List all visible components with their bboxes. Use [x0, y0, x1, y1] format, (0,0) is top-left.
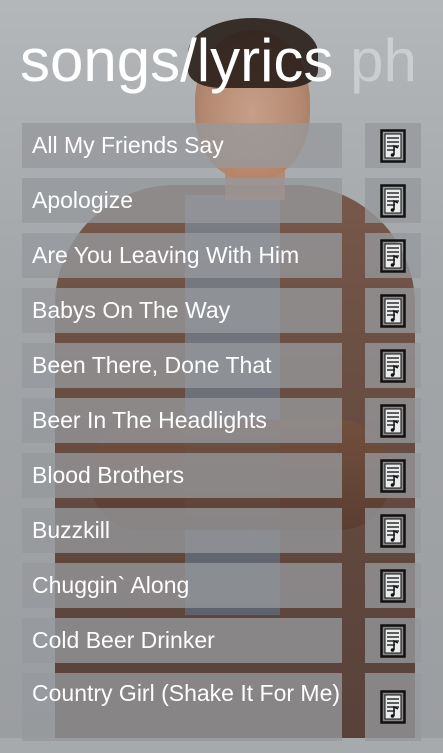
song-row: All My Friends Say: [22, 123, 422, 178]
lyrics-document-icon: [380, 690, 406, 724]
song-title-button[interactable]: Buzzkill: [22, 508, 342, 553]
lyrics-document-icon: [380, 623, 406, 658]
lyrics-button[interactable]: [365, 453, 421, 498]
lyrics-document-icon: [380, 128, 406, 163]
song-row: Apologize: [22, 178, 422, 233]
lyrics-document-icon: [380, 183, 406, 218]
song-title-button[interactable]: Chuggin` Along: [22, 563, 342, 608]
lyrics-button[interactable]: [365, 618, 421, 663]
pivot-title-next[interactable]: ph: [350, 27, 417, 94]
lyrics-button[interactable]: [365, 673, 421, 741]
lyrics-button[interactable]: [365, 178, 421, 223]
song-row: Cold Beer Drinker: [22, 618, 422, 673]
song-title-button[interactable]: Babys On The Way: [22, 288, 342, 333]
song-title-button[interactable]: Are You Leaving With Him: [22, 233, 342, 278]
song-row: Are You Leaving With Him: [22, 233, 422, 288]
song-row: Chuggin` Along: [22, 563, 422, 618]
song-row: Buzzkill: [22, 508, 422, 563]
lyrics-button[interactable]: [365, 398, 421, 443]
song-title-button[interactable]: Beer In The Headlights: [22, 398, 342, 443]
lyrics-button[interactable]: [365, 508, 421, 553]
lyrics-document-icon: [380, 403, 406, 438]
song-row: Been There, Done That: [22, 343, 422, 398]
lyrics-document-icon: [380, 568, 406, 603]
lyrics-document-icon: [380, 238, 406, 273]
pivot-title-current[interactable]: songs/lyrics: [20, 27, 333, 94]
song-title-button[interactable]: Been There, Done That: [22, 343, 342, 388]
lyrics-button[interactable]: [365, 288, 421, 333]
song-title-button[interactable]: Cold Beer Drinker: [22, 618, 342, 663]
lyrics-document-icon: [380, 348, 406, 383]
song-title-button[interactable]: Apologize: [22, 178, 342, 223]
song-row: Beer In The Headlights: [22, 398, 422, 453]
song-title-button[interactable]: All My Friends Say: [22, 123, 342, 168]
song-row: Country Girl (Shake It For Me): [22, 673, 422, 753]
lyrics-document-icon: [380, 293, 406, 328]
song-title-button[interactable]: Country Girl (Shake It For Me): [22, 673, 342, 741]
song-title-button[interactable]: Blood Brothers: [22, 453, 342, 498]
pivot-header: songs/lyrics ph: [20, 22, 417, 100]
lyrics-button[interactable]: [365, 233, 421, 278]
lyrics-button[interactable]: [365, 123, 421, 168]
song-list: All My Friends Say Apologize Are You Lea…: [22, 123, 422, 753]
lyrics-document-icon: [380, 458, 406, 493]
lyrics-document-icon: [380, 513, 406, 548]
song-row: Babys On The Way: [22, 288, 422, 343]
lyrics-button[interactable]: [365, 563, 421, 608]
lyrics-button[interactable]: [365, 343, 421, 388]
song-row: Blood Brothers: [22, 453, 422, 508]
